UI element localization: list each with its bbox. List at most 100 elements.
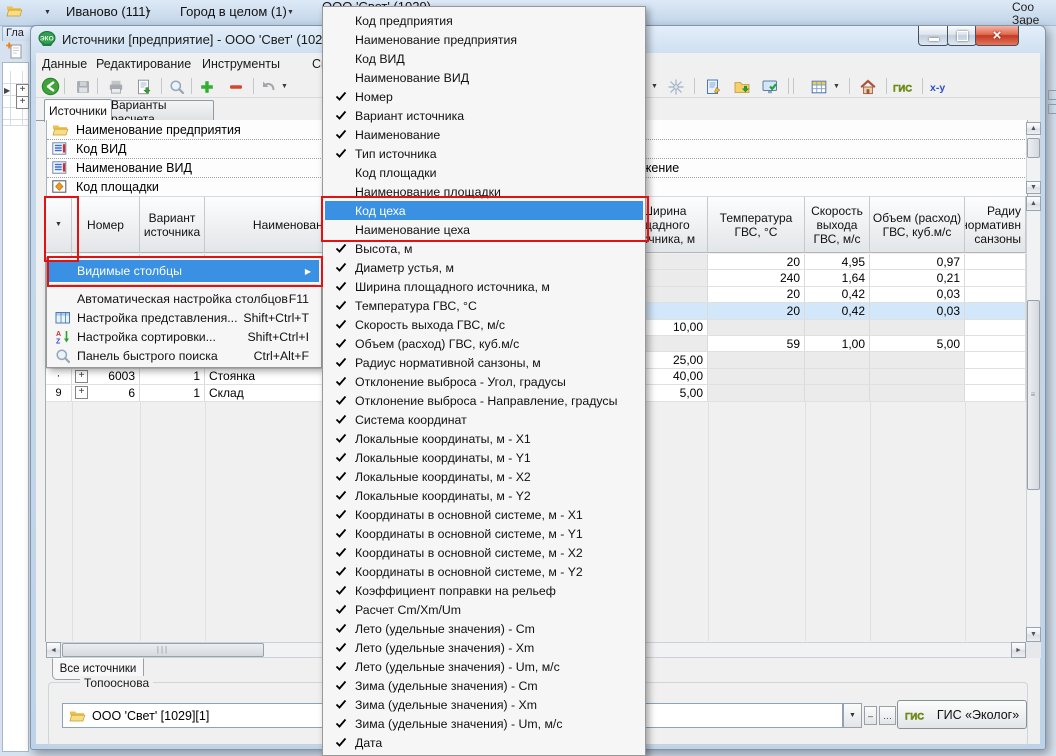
column-menu-item[interactable]: Ширина площадного источника, м	[325, 277, 643, 296]
dropdown-caret-icon[interactable]: ▼	[651, 83, 658, 90]
cell-mark[interactable]: 9	[46, 385, 72, 400]
dropdown-caret-icon[interactable]: ▼	[833, 83, 840, 90]
gis-icon[interactable]: ГИС	[893, 77, 913, 96]
restore-button[interactable]	[947, 26, 977, 46]
cell-speed[interactable]: 4,95	[805, 254, 870, 269]
menubar-item-2[interactable]: Редактирование	[96, 57, 191, 71]
undo-icon[interactable]	[258, 77, 278, 96]
folder-export-icon[interactable]	[732, 77, 752, 96]
cell-speed[interactable]: 1,00	[805, 336, 870, 351]
cell-mark[interactable]: ·	[46, 369, 72, 384]
cell-volume[interactable]: 0,03	[870, 303, 965, 318]
grid-icon[interactable]	[809, 77, 829, 96]
print-icon[interactable]	[106, 77, 126, 96]
column-menu-item[interactable]: Координаты в основной системе, м - Y2	[325, 562, 643, 581]
scrollbar-thumb[interactable]: |||	[62, 643, 264, 657]
tab-sources[interactable]: Источники	[44, 99, 112, 122]
column-menu-item[interactable]: Тип источника	[325, 144, 643, 163]
column-menu-item[interactable]: Код ВИД	[325, 49, 643, 68]
context-menu-item-настройка-сортировки-[interactable]: AZНастройка сортировки...Shift+Ctrl+I	[49, 327, 319, 346]
edit-doc-icon[interactable]	[703, 77, 723, 96]
column-menu-item[interactable]: Локальные координаты, м - Y1	[325, 448, 643, 467]
context-menu-item-настройка-представления-[interactable]: Настройка представления...Shift+Ctrl+T	[49, 308, 319, 327]
column-menu-item[interactable]: Локальные координаты, м - X2	[325, 467, 643, 486]
column-menu-item[interactable]: Отклонение выброса - Направление, градус…	[325, 391, 643, 410]
cell-temp[interactable]	[708, 352, 805, 367]
column-menu-item[interactable]: Вариант источника	[325, 106, 643, 125]
cell-volume[interactable]	[870, 369, 965, 384]
column-menu-item[interactable]: Лето (удельные значения) - Cm	[325, 619, 643, 638]
menubar-item-3[interactable]: Инструменты	[202, 57, 280, 71]
column-menu-item[interactable]: Радиус нормативной санзоны, м	[325, 353, 643, 372]
cell-speed[interactable]	[805, 320, 870, 335]
scroll-down-button[interactable]: ▼	[1026, 181, 1041, 194]
folder-icon[interactable]	[6, 3, 23, 23]
cell-speed[interactable]	[805, 352, 870, 367]
context-menu-item-панель-быстрого-поиска[interactable]: Панель быстрого поискаCtrl+Alt+F	[49, 346, 319, 365]
topo-combo-dropdown-button[interactable]: ▼	[843, 703, 862, 728]
report-icon[interactable]	[134, 77, 154, 96]
tab-variants[interactable]: Варианты расчета	[110, 100, 214, 122]
cell-radius[interactable]	[965, 254, 1026, 269]
column-menu-item[interactable]: Наименование предприятия	[325, 30, 643, 49]
add-icon[interactable]	[197, 77, 217, 96]
cell-radius[interactable]	[965, 385, 1026, 400]
column-menu-item[interactable]: Коэффициент поправки на рельеф	[325, 581, 643, 600]
close-button[interactable]: ×	[975, 26, 1019, 46]
scroll-up-button[interactable]: ▲	[1026, 122, 1041, 135]
cell-volume[interactable]: 5,00	[870, 336, 965, 351]
cell-temp[interactable]	[708, 369, 805, 384]
expand-row-button[interactable]: +	[75, 386, 88, 399]
cell-volume[interactable]	[870, 352, 965, 367]
home-icon[interactable]	[858, 77, 878, 96]
scroll-up-button[interactable]: ▲	[1026, 196, 1041, 211]
column-menu-item[interactable]: Код цеха	[325, 201, 643, 220]
column-header-number[interactable]: Номер	[72, 196, 140, 253]
chevron-down-icon[interactable]: ▼	[287, 9, 294, 16]
gis-ecolog-button[interactable]: ГИС ГИС «Эколог»	[897, 700, 1027, 729]
column-header-mark[interactable]: ▼	[46, 196, 72, 253]
cell-radius[interactable]	[965, 270, 1026, 285]
column-menu-item[interactable]: Координаты в основной системе, м - X2	[325, 543, 643, 562]
chevron-down-icon[interactable]: ▼	[145, 9, 152, 16]
cell-variant[interactable]: 1	[140, 385, 205, 400]
column-menu-item[interactable]: Отклонение выброса - Угол, градусы	[325, 372, 643, 391]
column-menu-item[interactable]: Наименование	[325, 125, 643, 144]
scrollbar-thumb[interactable]: ≡	[1027, 300, 1040, 490]
column-menu-item[interactable]: Высота, м	[325, 239, 643, 258]
column-menu-item[interactable]: Код площадки	[325, 163, 643, 182]
screen-check-icon[interactable]	[760, 77, 780, 96]
cell-speed[interactable]	[805, 385, 870, 400]
cell-speed[interactable]: 0,42	[805, 287, 870, 302]
xy-icon[interactable]: x-y	[930, 77, 950, 96]
column-menu-item[interactable]: Координаты в основной системе, м - X1	[325, 505, 643, 524]
cell-speed[interactable]: 0,42	[805, 303, 870, 318]
save-icon[interactable]	[73, 77, 93, 96]
cell-radius[interactable]	[965, 352, 1026, 367]
cell-temp[interactable]: 59	[708, 336, 805, 351]
row-arrow-icon[interactable]: ▶	[4, 86, 10, 95]
back-icon[interactable]	[40, 77, 60, 96]
cell-radius[interactable]	[965, 336, 1026, 351]
cell-speed[interactable]: 1,64	[805, 270, 870, 285]
cell-volume[interactable]: 0,97	[870, 254, 965, 269]
topo-browse-button[interactable]: …	[879, 706, 896, 725]
column-menu-item[interactable]: Наименование ВИД	[325, 68, 643, 87]
region-dropdown[interactable]: Иваново (111)	[66, 4, 150, 19]
menubar-item-1[interactable]: Данные	[42, 57, 87, 71]
column-header-volume[interactable]: Объем (расход) ГВС, куб.м/с	[870, 196, 965, 253]
scrollbar-thumb[interactable]	[1027, 138, 1040, 158]
scope-dropdown[interactable]: Город в целом (1)	[180, 4, 287, 19]
cell-temp[interactable]: 20	[708, 303, 805, 318]
column-menu-item[interactable]: Объем (расход) ГВС, куб.м/с	[325, 334, 643, 353]
column-header-speed[interactable]: Скорость выхода ГВС, м/с	[805, 196, 870, 253]
column-menu-item[interactable]: Координаты в основной системе, м - Y1	[325, 524, 643, 543]
dropdown-caret-icon[interactable]: ▼	[281, 83, 288, 90]
column-menu-item[interactable]: Температура ГВС, °С	[325, 296, 643, 315]
expand-icon[interactable]: +	[16, 96, 29, 109]
column-menu-item[interactable]: Номер	[325, 87, 643, 106]
column-menu-item[interactable]: Дата	[325, 733, 643, 752]
column-menu-item[interactable]: Наименование цеха	[325, 220, 643, 239]
column-menu-item[interactable]: Диаметр устья, м	[325, 258, 643, 277]
column-menu-item[interactable]: Локальные координаты, м - X1	[325, 429, 643, 448]
